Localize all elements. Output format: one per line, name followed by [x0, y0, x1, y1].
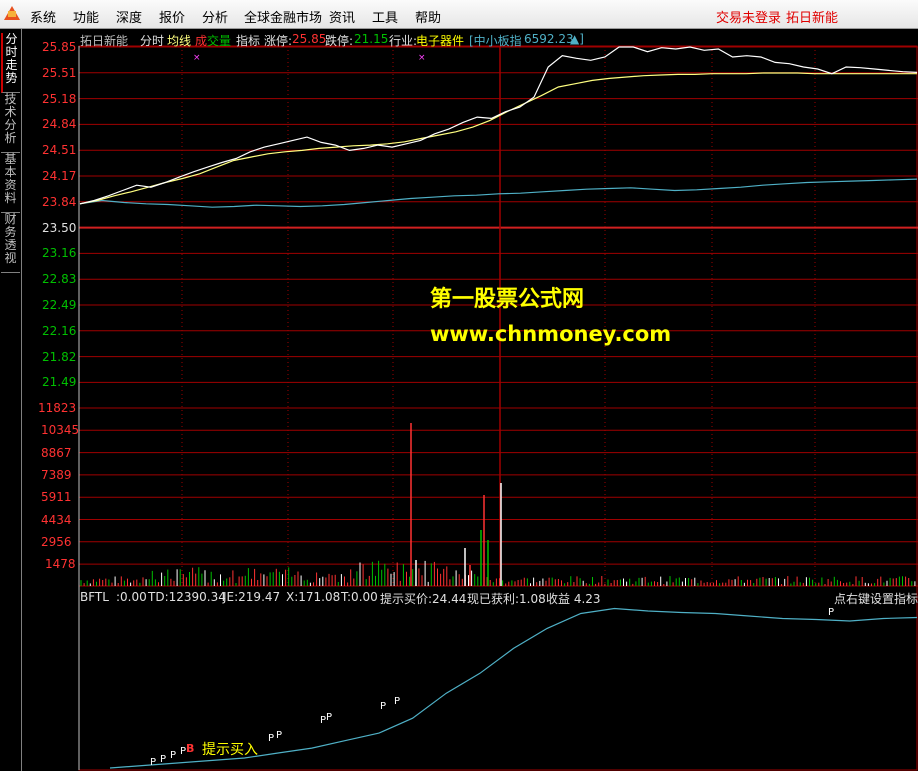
event-marker: ×: [193, 53, 201, 63]
signal-p-marker: P: [150, 757, 156, 768]
price-tick: 21.49: [42, 375, 77, 390]
price-panel-frame: [78, 45, 918, 587]
indicator-hint-buy: 提示买价:24.44: [380, 592, 467, 606]
index-arrow: ▲]: [570, 32, 584, 46]
limit-down-value: 21.15: [354, 32, 389, 46]
menu-function[interactable]: 功能: [73, 7, 99, 26]
stock-name: 拓日新能: [80, 34, 129, 48]
indicator-t: T:0.00: [341, 590, 378, 604]
volume-label-b: 交量: [207, 34, 232, 48]
volume-tick: 4434: [41, 512, 72, 527]
indicator-label[interactable]: 指标: [236, 32, 260, 49]
signal-p-marker: P: [380, 701, 386, 712]
limit-down-label: 跌停:: [325, 34, 354, 48]
menu-help[interactable]: 帮助: [415, 7, 441, 26]
price-tick: 23.84: [42, 194, 77, 209]
signal-p-marker: P: [268, 733, 274, 744]
watermark-url: www.chnmoney.com: [430, 322, 672, 346]
price-tick: 22.16: [42, 323, 77, 338]
avg-line-label: 均线: [167, 34, 192, 48]
volume-tick: 10345: [41, 423, 80, 438]
menu-global-markets[interactable]: 全球金融市场: [244, 7, 322, 26]
current-stock-name: 拓日新能: [786, 11, 839, 26]
index-line: [79, 178, 918, 208]
price-tick: 24.51: [42, 143, 77, 158]
price-tick: 25.18: [42, 91, 77, 106]
menu-system[interactable]: 系统: [30, 7, 56, 26]
buy-signal-label: 提示买入: [202, 742, 258, 758]
app-logo-icon[interactable]: [4, 6, 20, 20]
tab-fundamentals[interactable]: 基本资料: [1, 153, 20, 213]
price-tick: 24.17: [42, 169, 77, 183]
price-tick: 25.51: [42, 65, 77, 80]
volume-tick: 1478: [45, 557, 76, 572]
watermark-title: 第一股票公式网: [430, 287, 585, 312]
login-status[interactable]: 交易未登录: [716, 7, 781, 26]
menu-tools[interactable]: 工具: [372, 7, 398, 26]
signal-p-marker: P: [394, 696, 400, 707]
indicator-v0: :0.00: [116, 590, 147, 604]
price-tick-prev-close: 23.50: [42, 220, 77, 235]
mode-intraday[interactable]: 分时: [140, 32, 164, 49]
price-tick: 24.84: [42, 117, 77, 132]
price-tick: 22.83: [42, 272, 77, 287]
indicator-income: 收益 4.23: [546, 592, 601, 606]
indicator-je: JE:219.47: [223, 590, 281, 604]
price-line: [79, 46, 918, 205]
index-label[interactable]: [中小板指: [469, 32, 522, 49]
event-marker: ×: [418, 53, 426, 63]
volume-tick: 8867: [41, 445, 72, 460]
volume-tick: 11823: [38, 401, 77, 415]
menu-depth[interactable]: 深度: [116, 7, 142, 26]
price-tick: 23.16: [42, 246, 77, 261]
indicator-settings-hint[interactable]: 点右键设置指标: [834, 590, 918, 607]
limit-up-value: 25.85: [292, 32, 327, 46]
industry-value[interactable]: 电子器件: [416, 32, 464, 49]
signal-b-marker: B: [186, 742, 194, 755]
volume-label-a: 成: [195, 34, 208, 48]
price-tick: 21.82: [42, 349, 77, 364]
signal-p-marker: P: [828, 607, 834, 618]
tab-intraday[interactable]: 分时走势: [1, 33, 20, 93]
chart-canvas[interactable]: × ×P P P PP PP PP PPB: [0, 0, 918, 771]
tab-technical[interactable]: 技术分析: [1, 93, 20, 153]
indicator-profit: 现已获利:1.08: [467, 592, 546, 606]
signal-p-marker: P: [276, 730, 282, 741]
volume-tick: 5911: [41, 490, 72, 505]
volume-tick: 7389: [41, 467, 72, 482]
tab-financials[interactable]: 财务透视: [1, 213, 20, 273]
menu-quote[interactable]: 报价: [159, 7, 185, 26]
price-tick: 25.85: [42, 40, 77, 54]
indicator-td: TD:12390.34: [148, 590, 226, 604]
industry-label: 行业:: [389, 34, 418, 48]
signal-p-marker: P: [326, 712, 332, 723]
price-tick: 22.49: [42, 298, 77, 312]
indicator-name[interactable]: BFTL: [80, 590, 109, 604]
indicator-x: X:171.08: [286, 590, 341, 604]
limit-up-label: 涨停:: [264, 34, 293, 48]
avg-price-line: [79, 72, 917, 205]
signal-p-marker: P: [160, 754, 166, 765]
menu-news[interactable]: 资讯: [329, 7, 355, 26]
side-tab-bar: 分时走势 技术分析 基本资料 财务透视: [0, 29, 22, 771]
index-value: 6592.23: [524, 32, 574, 46]
menu-bar: 系统 功能 深度 报价 分析 全球金融市场 资讯 工具 帮助 交易未登录 拓日新…: [0, 0, 918, 29]
menu-analysis[interactable]: 分析: [202, 7, 228, 26]
volume-tick: 2956: [41, 534, 72, 549]
signal-p-marker: P: [170, 750, 176, 761]
